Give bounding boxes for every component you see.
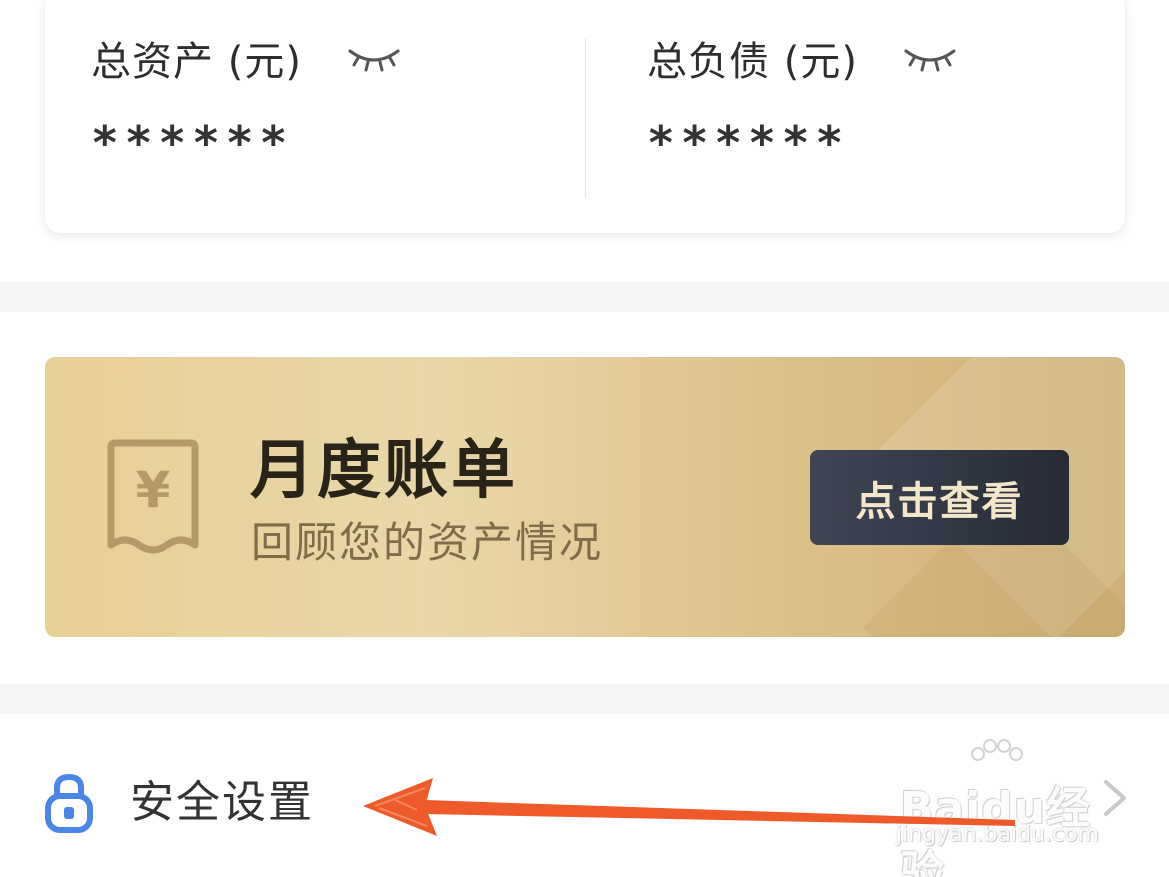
security-settings-label: 安全设置 <box>130 777 314 828</box>
bill-title: 月度账单 <box>250 434 518 508</box>
total-liabilities-label: 总负债 (元) <box>647 39 858 85</box>
total-assets-label: 总资产 (元) <box>91 39 302 85</box>
total-assets-column: 总资产 (元) ****** <box>91 30 402 170</box>
eye-closed-icon[interactable] <box>902 43 958 73</box>
bill-subtitle: 回顾您的资产情况 <box>251 518 604 567</box>
annotation-arrow <box>355 770 1035 840</box>
page: 总资产 (元) ****** 总负债 (元) ****** ¥ 月度账单 回顾您… <box>0 0 1169 877</box>
eye-closed-icon[interactable] <box>346 43 402 73</box>
total-liabilities-value: ****** <box>647 116 850 170</box>
total-liabilities-column: 总负债 (元) ****** <box>647 30 958 170</box>
column-divider <box>585 38 586 198</box>
lock-icon <box>44 772 94 834</box>
section-separator <box>0 684 1169 714</box>
view-bill-button[interactable]: 点击查看 <box>810 450 1069 545</box>
section-separator <box>0 282 1169 312</box>
assets-card: 总资产 (元) ****** 总负债 (元) ****** <box>45 0 1125 233</box>
total-assets-value: ****** <box>91 116 294 170</box>
currency-symbol: ¥ <box>136 461 171 519</box>
receipt-icon: ¥ <box>101 439 205 555</box>
monthly-bill-banner[interactable]: ¥ 月度账单 回顾您的资产情况 点击查看 <box>45 357 1125 637</box>
